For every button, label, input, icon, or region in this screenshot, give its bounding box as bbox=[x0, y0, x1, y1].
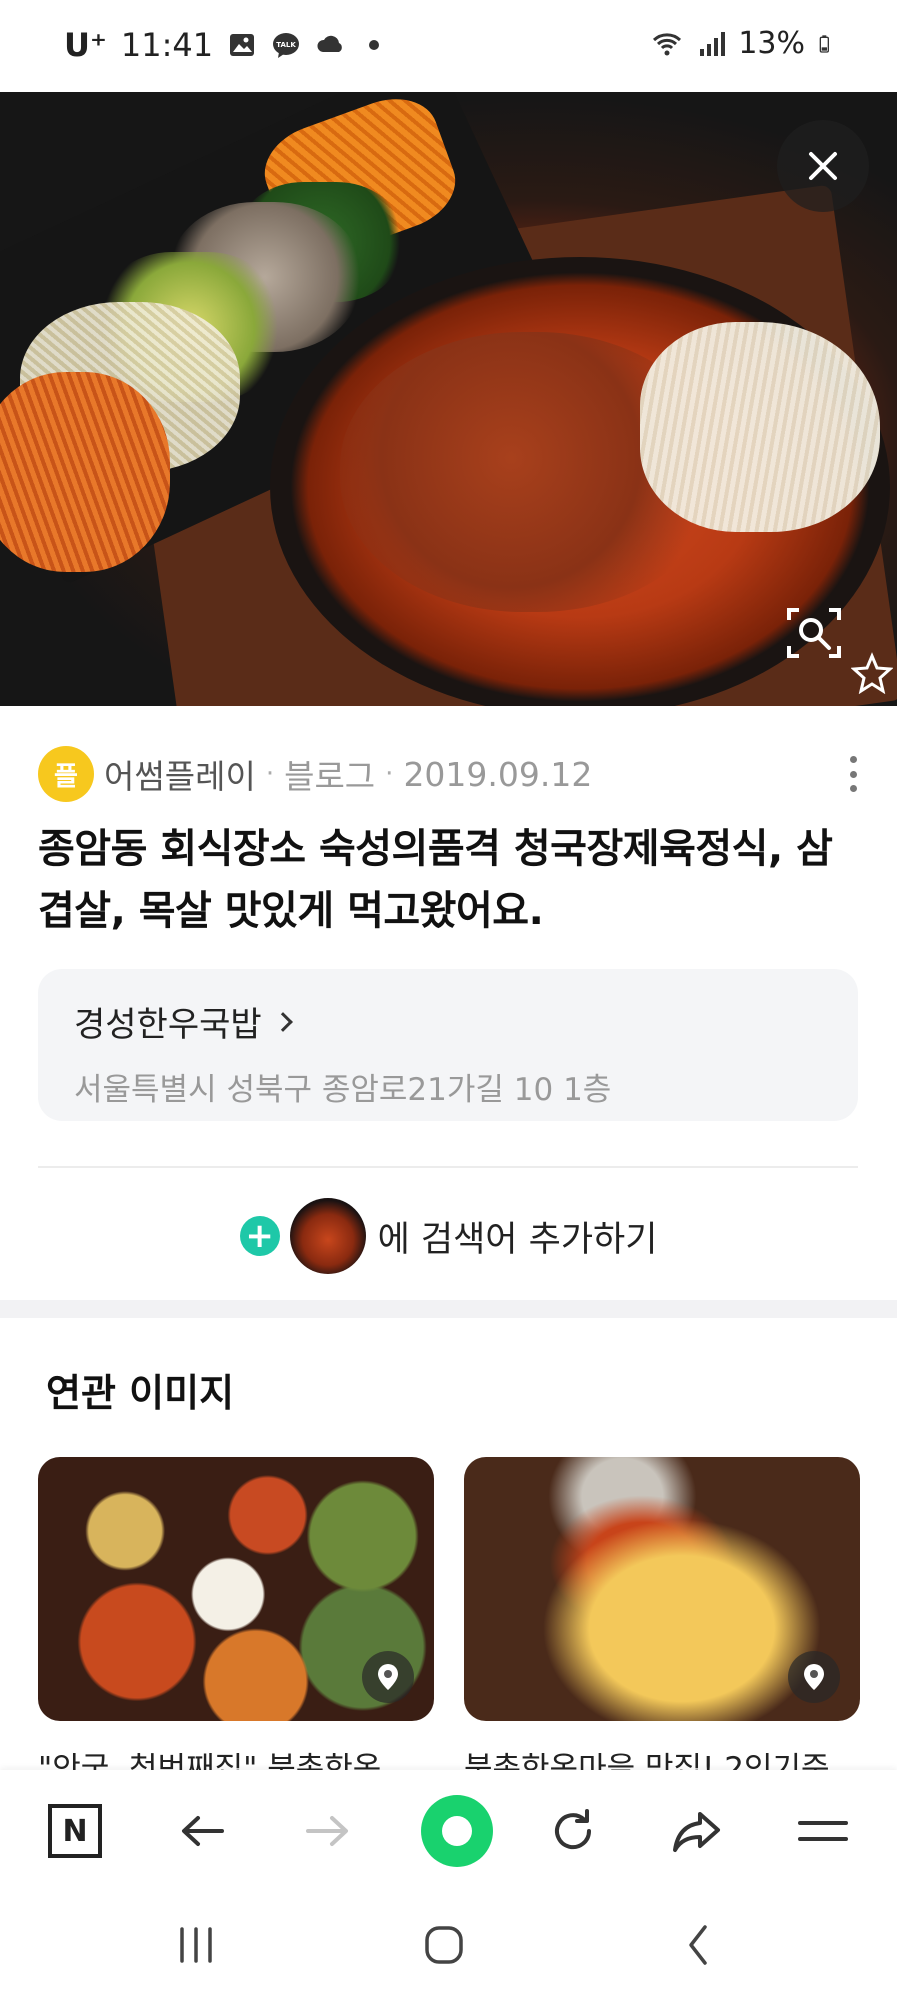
meta-separator: · bbox=[265, 759, 275, 789]
naver-home-button[interactable]: N bbox=[40, 1796, 110, 1866]
green-dot-icon bbox=[421, 1795, 493, 1867]
talk-icon: TALK bbox=[273, 33, 300, 58]
back-arrow-icon bbox=[182, 1816, 224, 1846]
reload-button[interactable] bbox=[538, 1796, 608, 1866]
source-logo[interactable]: 플 bbox=[38, 746, 94, 802]
place-card[interactable]: 경성한우국밥 서울특별시 성북구 종암로21가길 10 1층 bbox=[38, 969, 858, 1121]
related-image-card[interactable]: "안국, 첫번째집" 북촌한옥마을 맛집 bbox=[38, 1457, 434, 1783]
source-name[interactable]: 어썸플레이 bbox=[104, 750, 256, 798]
related-image[interactable] bbox=[38, 1457, 434, 1721]
divider bbox=[38, 1166, 858, 1168]
related-image-card[interactable]: 북촌한옥마을 맛집! 2인기준 bbox=[464, 1457, 860, 1783]
browser-toolbar: N bbox=[0, 1770, 897, 1890]
share-button[interactable] bbox=[662, 1796, 732, 1866]
home-button[interactable] bbox=[414, 1920, 474, 1970]
section-divider bbox=[0, 1300, 897, 1318]
plus-icon: + bbox=[239, 1216, 280, 1256]
post-meta: 플 어썸플레이 · 블로그 · 2019.09.12 bbox=[38, 746, 868, 802]
forward-arrow-icon bbox=[306, 1816, 348, 1846]
source-logo-text: 플 bbox=[54, 761, 78, 792]
post-title[interactable]: 종암동 회식장소 숙성의품격 청국장제육정식, 삼겹살, 목살 맛있게 먹고왔어… bbox=[38, 818, 868, 942]
forward-button[interactable] bbox=[292, 1796, 362, 1866]
dot-icon bbox=[369, 40, 380, 50]
menu-icon bbox=[798, 1821, 848, 1841]
clock: 11:41 bbox=[120, 26, 214, 64]
status-bar: U⁺ 11:41 TALK 13% bbox=[0, 0, 897, 92]
reload-icon bbox=[555, 1809, 592, 1850]
post-date: 2019.09.12 bbox=[403, 754, 593, 794]
add-search-keyword-button[interactable]: + 에 검색어 추가하기 bbox=[0, 1196, 897, 1276]
battery-percent: 13% bbox=[738, 26, 805, 61]
hero-image[interactable] bbox=[0, 92, 897, 706]
back-button[interactable] bbox=[168, 1796, 238, 1866]
recent-apps-icon bbox=[180, 1927, 212, 1963]
system-nav-bar bbox=[0, 1890, 897, 2000]
share-icon bbox=[673, 1812, 720, 1852]
wifi-icon bbox=[653, 32, 682, 55]
keyword-thumbnail bbox=[289, 1198, 366, 1274]
location-pin-button[interactable] bbox=[362, 1651, 414, 1703]
add-keyword-label: 에 검색어 추가하기 bbox=[377, 1219, 658, 1260]
related-images-title: 연관 이미지 bbox=[46, 1371, 235, 1415]
place-address: 서울특별시 성북구 종암로21가길 10 1층 bbox=[74, 1072, 612, 1108]
carrier-label: U⁺ bbox=[64, 26, 107, 64]
cloud-icon bbox=[317, 35, 342, 52]
more-dot-icon bbox=[849, 756, 857, 763]
battery-icon bbox=[819, 34, 829, 53]
source-type: 블로그 bbox=[284, 757, 376, 796]
status-left: U⁺ 11:41 TALK bbox=[64, 26, 389, 64]
more-dot-icon bbox=[849, 770, 857, 778]
menu-button[interactable] bbox=[788, 1796, 858, 1866]
image-search-icon[interactable] bbox=[783, 602, 845, 664]
chevron-left-icon bbox=[689, 1925, 707, 1965]
place-name: 경성한우국밥 bbox=[74, 1005, 262, 1045]
hero-enoki bbox=[640, 322, 880, 532]
svg-text:TALK: TALK bbox=[276, 41, 296, 49]
system-back-button[interactable] bbox=[668, 1920, 728, 1970]
location-pin-icon bbox=[804, 1664, 824, 1690]
place-name-row: 경성한우국밥 bbox=[74, 997, 822, 1046]
naver-n-icon: N bbox=[48, 1804, 102, 1858]
chevron-right-icon bbox=[272, 1011, 293, 1032]
related-images-grid: "안국, 첫번째집" 북촌한옥마을 맛집 북촌한옥마을 맛집! 2인기준 bbox=[38, 1457, 860, 1783]
green-dot-button[interactable] bbox=[412, 1786, 502, 1876]
status-right: 13% bbox=[650, 26, 837, 61]
close-button[interactable] bbox=[777, 120, 869, 212]
related-image[interactable] bbox=[464, 1457, 860, 1721]
meta-separator: · bbox=[385, 759, 394, 789]
location-pin-icon bbox=[378, 1664, 398, 1690]
home-icon bbox=[425, 1926, 463, 1964]
more-dot-icon bbox=[849, 785, 857, 792]
more-options-button[interactable] bbox=[838, 752, 868, 796]
star-icon bbox=[851, 652, 893, 694]
close-icon bbox=[809, 152, 837, 180]
gallery-icon bbox=[230, 34, 255, 56]
location-pin-button[interactable] bbox=[788, 1651, 840, 1703]
hero-radish bbox=[0, 372, 170, 572]
recent-apps-button[interactable] bbox=[166, 1920, 226, 1970]
signal-icon bbox=[700, 31, 726, 56]
